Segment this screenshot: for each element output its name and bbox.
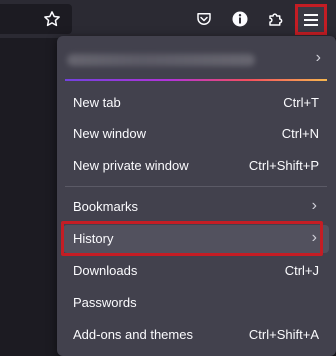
menu-item-passwords[interactable]: Passwords — [63, 289, 329, 317]
account-row[interactable]: › — [65, 46, 327, 74]
menu-item-shortcut: Ctrl+Shift+P — [248, 158, 319, 173]
menu-item-shortcut: Ctrl+N — [281, 126, 319, 141]
menu-item-add-ons-and-themes[interactable]: Add-ons and themes Ctrl+Shift+A — [63, 321, 329, 349]
menu-divider — [65, 186, 327, 187]
menu-item-shortcut: Ctrl+J — [284, 263, 319, 278]
menu-item-new-tab[interactable]: New tab Ctrl+T — [63, 89, 329, 117]
star-icon[interactable] — [40, 7, 64, 31]
menu-item-label: Add-ons and themes — [73, 327, 193, 342]
chevron-right-icon: › — [311, 197, 317, 214]
app-menu-panel: › New tab Ctrl+T New window Ctrl+N New p… — [57, 36, 336, 356]
menu-item-new-private-window[interactable]: New private window Ctrl+Shift+P — [63, 152, 329, 180]
menu-item-label: Bookmarks — [73, 199, 139, 214]
menu-item-shortcut: Ctrl+T — [283, 95, 319, 110]
highlight-outline — [61, 221, 323, 256]
account-name-blurred — [67, 54, 255, 66]
menu-item-label: New private window — [73, 158, 189, 173]
menu-item-label: New tab — [73, 95, 121, 110]
account-gradient-divider — [65, 79, 327, 81]
menu-item-label: Downloads — [73, 263, 138, 278]
info-icon[interactable] — [228, 7, 252, 31]
menu-item-label: New window — [73, 126, 146, 141]
menu-item-downloads[interactable]: Downloads Ctrl+J — [63, 257, 329, 285]
browser-toolbar — [0, 0, 336, 38]
menu-item-new-window[interactable]: New window Ctrl+N — [63, 120, 329, 148]
extensions-icon[interactable] — [264, 7, 288, 31]
pocket-icon[interactable] — [192, 7, 216, 31]
hamburger-menu-icon[interactable] — [295, 4, 327, 35]
menu-item-bookmarks[interactable]: Bookmarks › — [63, 193, 329, 221]
menu-item-shortcut: Ctrl+Shift+A — [248, 327, 319, 342]
chevron-right-icon: › — [315, 49, 321, 66]
menu-item-label: Passwords — [73, 295, 137, 310]
